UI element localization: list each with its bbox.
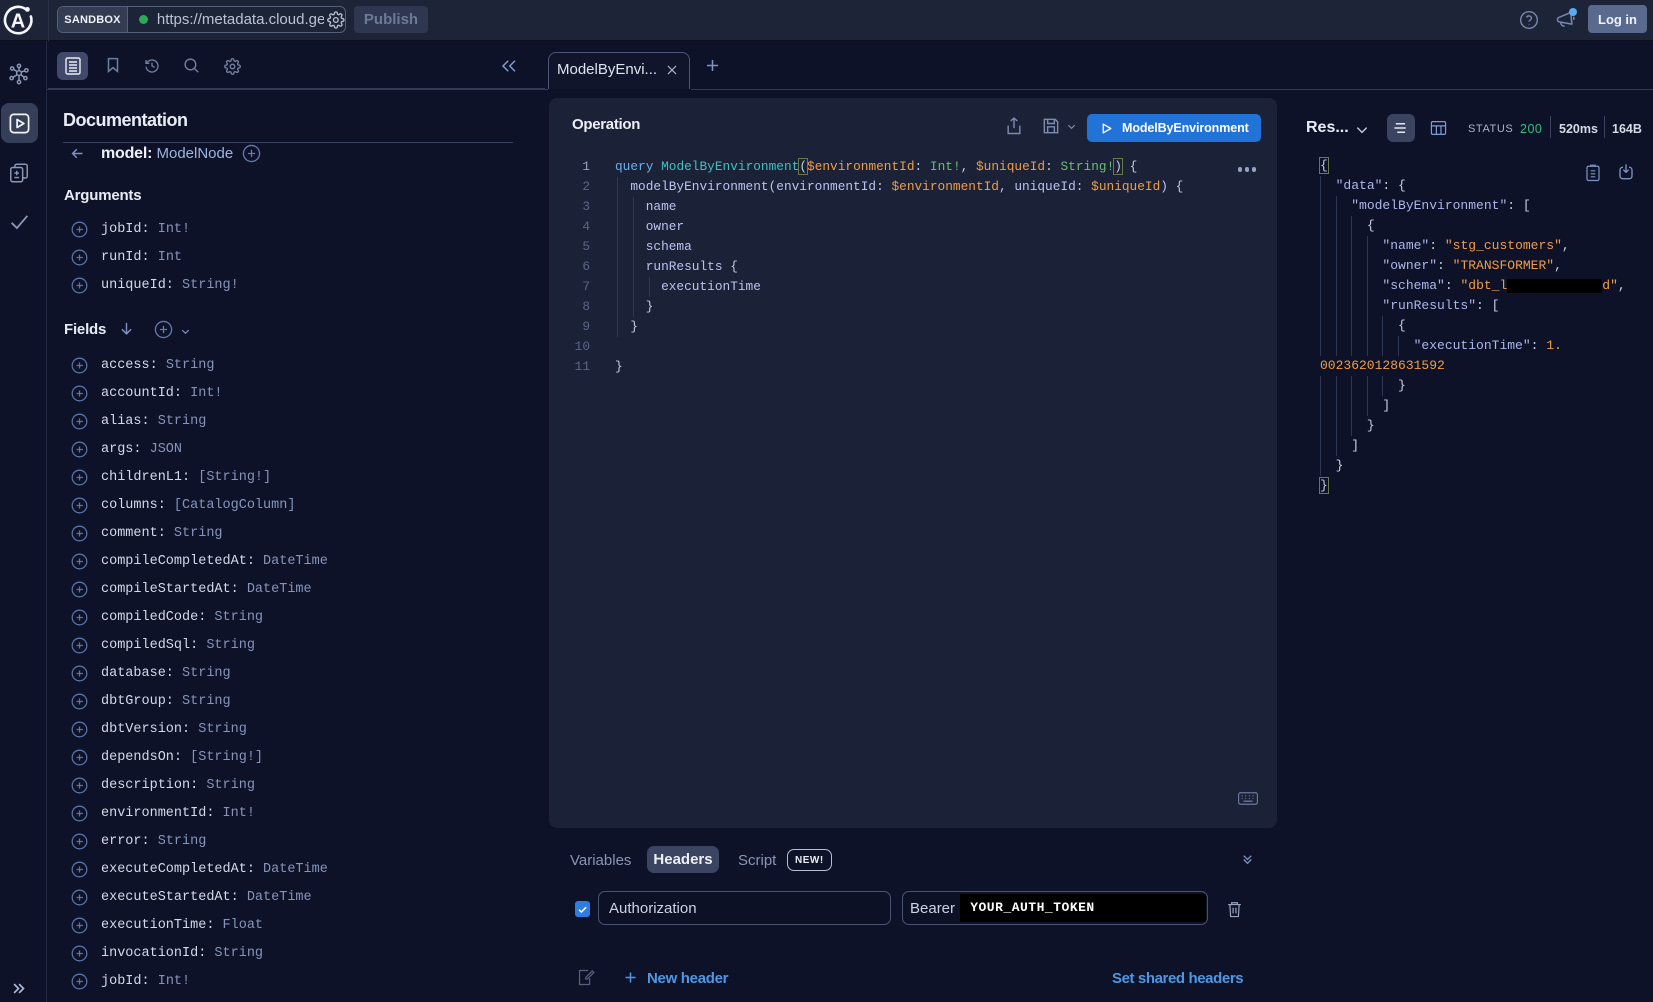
svg-text:A: A xyxy=(11,11,25,33)
